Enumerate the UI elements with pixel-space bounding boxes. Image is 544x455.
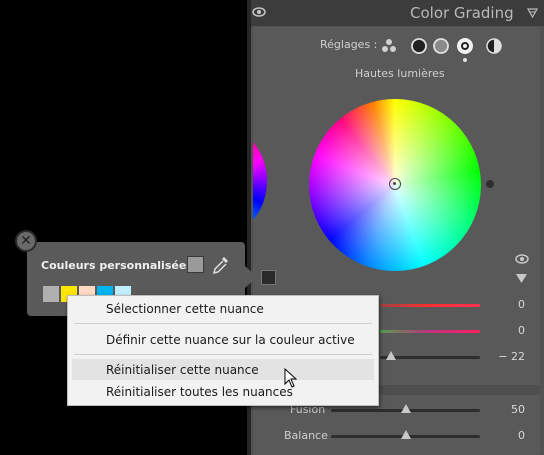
midtones-view-icon[interactable] [432, 37, 450, 58]
fusion-slider-thumb[interactable] [401, 404, 411, 413]
collapse-triangle-icon[interactable] [526, 8, 539, 21]
partial-color-wheel[interactable] [253, 128, 267, 234]
menu-item-set-shade-active[interactable]: Définir cette nuance sur la couleur acti… [106, 333, 355, 347]
reglages-label: Réglages : [320, 38, 378, 51]
balance-value: 0 [518, 429, 525, 442]
expand-triangle-icon[interactable] [516, 273, 527, 286]
saturation-slider[interactable] [380, 330, 480, 333]
wheel-picker-handle[interactable] [389, 178, 401, 190]
menu-item-reset-all-shades[interactable]: Réinitialiser toutes les nuances [106, 385, 293, 399]
balance-label: Balance [284, 429, 328, 442]
eyedropper-icon[interactable] [212, 255, 230, 278]
close-button[interactable]: ✕ [15, 230, 37, 252]
menu-item-reset-shade[interactable]: Réinitialiser cette nuance [106, 363, 259, 377]
wheel-label: Hautes lumières [355, 67, 445, 80]
hue-slider[interactable] [380, 304, 480, 307]
context-menu: Sélectionner cette nuance Définir cette … [67, 295, 379, 406]
three-way-view-icon[interactable] [380, 37, 398, 58]
luminance-value: − 22 [498, 350, 525, 363]
saturation-value: 0 [518, 324, 525, 337]
luminance-eye-icon[interactable] [515, 253, 529, 268]
mouse-cursor-icon [284, 367, 298, 391]
hue-value: 0 [518, 298, 525, 311]
color-swatch[interactable] [43, 286, 59, 302]
selected-indicator [463, 58, 467, 62]
menu-item-select-shade[interactable]: Sélectionner cette nuance [106, 302, 264, 316]
shadows-view-icon[interactable] [410, 37, 428, 58]
menu-separator [74, 323, 372, 324]
highlights-view-icon[interactable] [455, 36, 475, 59]
panel-title: Color Grading [410, 4, 514, 22]
popup-pointer [245, 266, 257, 288]
saturation-handle[interactable] [486, 180, 494, 188]
target-color-swatch[interactable] [261, 270, 276, 285]
balance-slider-thumb[interactable] [401, 430, 411, 439]
fusion-value: 50 [511, 403, 525, 416]
current-color-swatch[interactable] [187, 256, 204, 273]
popup-title: Couleurs personnalisées : [41, 259, 202, 272]
global-view-icon[interactable] [485, 37, 503, 58]
eye-icon[interactable] [252, 6, 266, 18]
luminance-slider-thumb[interactable] [386, 351, 396, 360]
menu-separator [74, 354, 372, 355]
